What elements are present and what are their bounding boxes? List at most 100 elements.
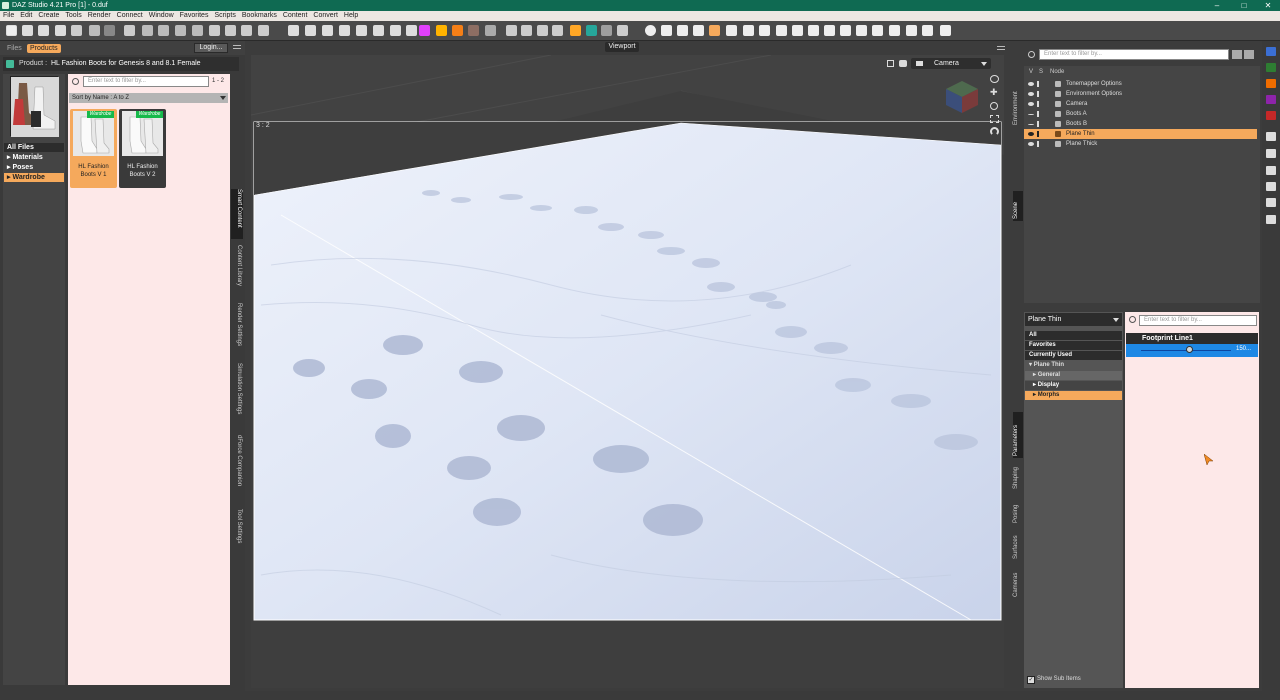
save-as-icon[interactable] xyxy=(71,25,82,36)
select-icon[interactable] xyxy=(1037,111,1043,117)
footprint-line1-slider[interactable]: Footprint Line1 150... xyxy=(1126,333,1258,357)
tab-render-settings[interactable]: Render Settings xyxy=(231,303,243,355)
translate-tool-icon[interactable] xyxy=(693,25,704,36)
create-null-icon[interactable] xyxy=(406,25,417,36)
tab-surfaces[interactable]: Surfaces xyxy=(1013,529,1023,561)
node-row-tonemapper[interactable]: Tonemapper Options xyxy=(1024,79,1257,89)
login-button[interactable]: Login... xyxy=(194,43,228,53)
scale-tool-icon[interactable] xyxy=(726,25,737,36)
content-library-icon[interactable] xyxy=(506,25,517,36)
create-pointlight-icon[interactable] xyxy=(373,25,384,36)
figure-pose-icon[interactable] xyxy=(1266,215,1276,224)
universal-tool-icon[interactable] xyxy=(645,25,656,36)
create-prop-icon[interactable] xyxy=(305,25,316,36)
select-icon[interactable] xyxy=(1037,81,1043,87)
show-sub-items-checkbox[interactable]: ✓ xyxy=(1027,676,1035,684)
node-select[interactable]: Plane Thin xyxy=(1025,313,1122,326)
frame-icon[interactable] xyxy=(990,115,999,123)
tab-products[interactable]: Products xyxy=(27,44,61,53)
tree-favorites[interactable]: Favorites xyxy=(1025,341,1122,350)
pose-icon[interactable] xyxy=(1266,198,1276,207)
spot-render-icon[interactable] xyxy=(776,25,787,36)
plugin-icon[interactable] xyxy=(601,25,612,36)
tab-smart-content[interactable]: Smart Content xyxy=(231,189,243,239)
select-icon[interactable] xyxy=(1037,131,1043,137)
eye-icon[interactable] xyxy=(1028,132,1034,136)
iray-icon[interactable] xyxy=(419,25,430,36)
select-icon[interactable] xyxy=(1037,121,1043,127)
tree-display[interactable]: ▸ Display xyxy=(1025,381,1122,390)
materials-icon[interactable] xyxy=(1266,95,1276,104)
menu-convert[interactable]: Convert xyxy=(310,11,341,21)
selection-tool-icon[interactable] xyxy=(661,25,672,36)
node-tool-icon[interactable] xyxy=(743,25,754,36)
orbit-icon[interactable] xyxy=(990,75,999,83)
light-tool-icon[interactable] xyxy=(792,25,803,36)
menu-connect[interactable]: Connect xyxy=(114,11,146,21)
eye-icon[interactable] xyxy=(1028,102,1034,106)
chevron-down-icon[interactable] xyxy=(220,96,226,100)
rotate-tool-icon[interactable] xyxy=(677,25,688,36)
layout-icon[interactable] xyxy=(241,25,252,36)
tree-all[interactable]: All xyxy=(1025,331,1122,340)
menu-grip-icon[interactable] xyxy=(233,45,241,49)
menu-file[interactable]: File xyxy=(0,11,17,21)
slider-value[interactable]: 150... xyxy=(1236,346,1251,352)
tab-posing[interactable]: Posing xyxy=(1013,499,1023,525)
aux-viewport-icon[interactable] xyxy=(485,25,496,36)
save-icon[interactable] xyxy=(55,25,66,36)
geometry-editor-icon[interactable] xyxy=(175,25,186,36)
node-row-boots-a[interactable]: Boots A xyxy=(1024,109,1257,119)
menu-edit[interactable]: Edit xyxy=(17,11,35,21)
asset-card-boots-v1[interactable]: Wardrobe HL Fashion Boots V 1 xyxy=(70,109,117,188)
tab-parameters[interactable]: Parameters xyxy=(1013,412,1023,458)
tab-files[interactable]: Files xyxy=(4,44,25,53)
sort-select[interactable]: Sort by Name : A to Z xyxy=(69,93,228,103)
doc-icon[interactable] xyxy=(1266,132,1276,141)
joint-editor-icon[interactable] xyxy=(142,25,153,36)
plus-icon[interactable] xyxy=(586,25,597,36)
color-icon[interactable] xyxy=(1266,111,1276,120)
tree-morphs[interactable]: ▸ Morphs xyxy=(1025,391,1122,400)
tree-currently-used[interactable]: Currently Used xyxy=(1025,351,1122,360)
tree-plane-thin[interactable]: ▾ Plane Thin xyxy=(1025,361,1122,370)
category-poses[interactable]: ▸ Poses xyxy=(4,163,64,172)
undo-icon[interactable] xyxy=(89,25,100,36)
select-icon[interactable] xyxy=(1037,141,1043,147)
tab-simulation-settings[interactable]: Simulation Settings xyxy=(231,363,243,427)
figure-icon[interactable] xyxy=(258,25,269,36)
magnet-icon[interactable] xyxy=(808,25,819,36)
create-figure-icon[interactable] xyxy=(288,25,299,36)
script-icon[interactable] xyxy=(617,25,628,36)
weight-icon[interactable] xyxy=(922,25,933,36)
render-icon[interactable] xyxy=(436,25,447,36)
eye-icon[interactable] xyxy=(1028,82,1034,86)
hand-icon[interactable] xyxy=(856,25,867,36)
select-icon[interactable] xyxy=(1037,101,1043,107)
eye-icon[interactable] xyxy=(1028,92,1034,96)
folder-icon[interactable] xyxy=(570,25,581,36)
menu-create[interactable]: Create xyxy=(35,11,62,21)
close-button[interactable]: ✕ xyxy=(1256,0,1280,11)
pin-icon[interactable] xyxy=(889,25,900,36)
menu-favorites[interactable]: Favorites xyxy=(177,11,212,21)
shader-icon[interactable] xyxy=(1266,63,1276,72)
asset-card-boots-v2[interactable]: Wardrobe HL Fashion Boots V 2 xyxy=(119,109,166,188)
node-row-environment[interactable]: Environment Options xyxy=(1024,89,1257,99)
tab-cameras[interactable]: Cameras xyxy=(1013,567,1023,599)
asset-filter-input[interactable]: Enter text to filter by... xyxy=(83,76,209,87)
puppeteer-icon[interactable] xyxy=(1266,166,1276,175)
menu-render[interactable]: Render xyxy=(85,11,114,21)
menu-tools[interactable]: Tools xyxy=(62,11,84,21)
open-folder-icon[interactable] xyxy=(38,25,49,36)
region-icon[interactable] xyxy=(225,25,236,36)
scene-filter-input[interactable]: Enter text to filter by... xyxy=(1039,49,1229,60)
render-library-icon[interactable] xyxy=(1266,47,1276,56)
render-library-icon[interactable] xyxy=(468,25,479,36)
tab-tool-settings[interactable]: Tool Settings xyxy=(231,509,243,553)
menu-bookmarks[interactable]: Bookmarks xyxy=(239,11,280,21)
reset-view-icon[interactable] xyxy=(990,127,999,136)
filter-options-icon-2[interactable] xyxy=(1244,50,1254,59)
menu-help[interactable]: Help xyxy=(341,11,361,21)
tab-shaping[interactable]: Shaping xyxy=(1013,461,1023,491)
